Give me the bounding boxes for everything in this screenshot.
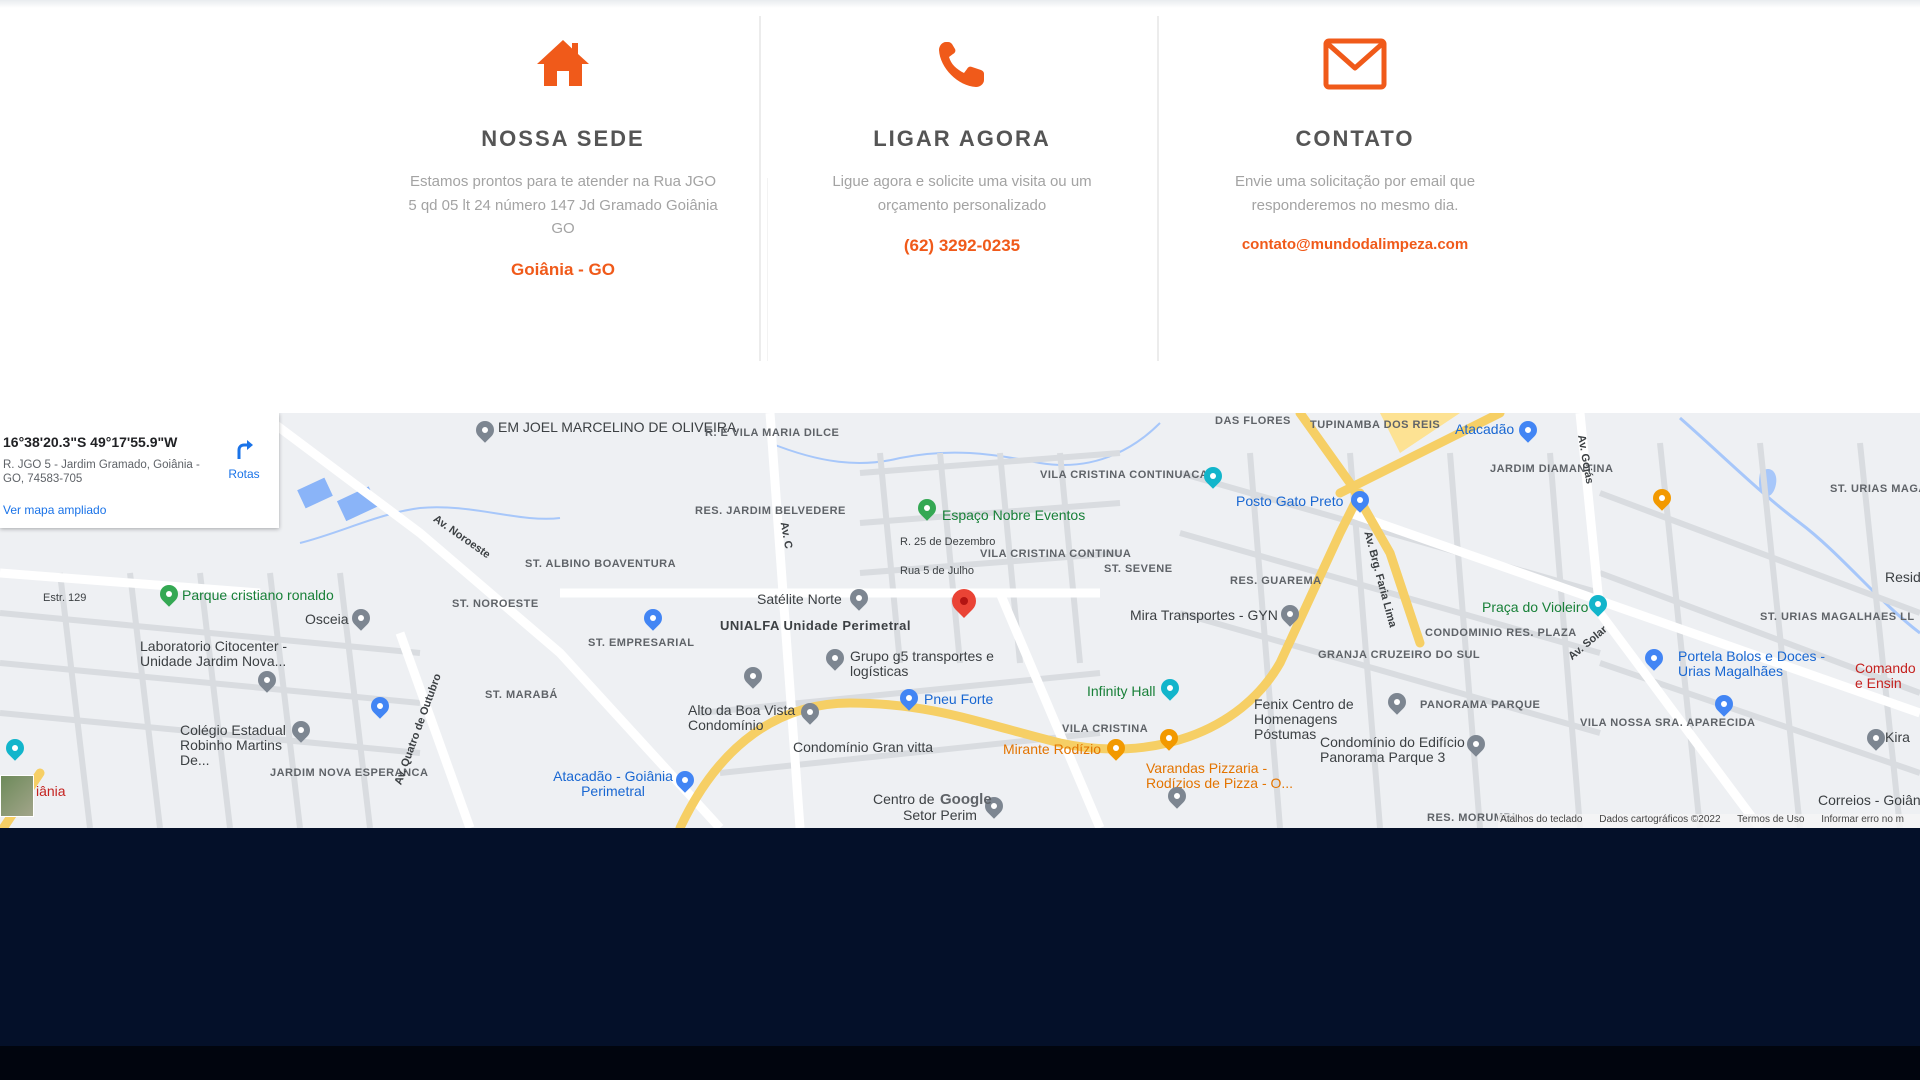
map-label: ST. SEVENE (1104, 563, 1173, 575)
routes-label: Rotas (228, 467, 260, 481)
map-label[interactable]: Satélite Norte (757, 592, 842, 606)
map-label[interactable]: Posto Gato Preto (1236, 494, 1343, 508)
map-label[interactable]: Comando e Ensin (1855, 661, 1920, 691)
map-label[interactable]: Praça do Violeiro (1482, 600, 1588, 614)
map-label[interactable]: Osceia (305, 612, 349, 626)
column-divider (759, 16, 761, 361)
routes-button[interactable]: Rotas (222, 438, 266, 481)
map-label[interactable]: Setor Perim (903, 808, 977, 822)
map-label[interactable]: Mira Transportes - GYN (1130, 608, 1278, 622)
map-label: ST. MARABÁ (485, 689, 558, 701)
card-nossa-sede: NOSSA SEDE Estamos prontos para te atend… (367, 8, 759, 353)
map-label: DAS FLORES (1215, 415, 1291, 427)
top-bar (0, 0, 1920, 8)
terms-link[interactable]: Termos de Uso (1737, 814, 1804, 825)
card-contato: CONTATO Envie uma solicitação por email … (1159, 8, 1551, 353)
directions-icon (237, 440, 253, 459)
map-label[interactable]: Correios - Goiân (1818, 793, 1920, 807)
map-label: CONDOMINIO RES. PLAZA (1425, 627, 1577, 639)
card-text: Envie uma solicitação por email que resp… (1234, 173, 1476, 214)
map-label: VILA NOSSA SRA. APARECIDA (1580, 717, 1756, 729)
map-label: VILA CRISTINA CONTINUACAO (1040, 469, 1218, 481)
map-label: Rua 5 de Julho (900, 565, 974, 577)
map-label: Resid (1885, 569, 1920, 585)
map-label[interactable]: Parque cristiano ronaldo (182, 588, 334, 602)
email-link[interactable]: contato@mundodalimpeza.com (1159, 236, 1551, 253)
map-label: JARDIM DIAMANTINA (1490, 463, 1614, 475)
map-label: TUPINAMBA DOS REIS (1310, 419, 1441, 431)
card-accent-location: Goiânia - GO (511, 260, 615, 279)
map-label[interactable]: Mirante Rodízio (1003, 742, 1101, 756)
map-label[interactable]: iânia (36, 784, 66, 798)
card-title: NOSSA SEDE (481, 126, 645, 151)
map-label[interactable]: Laboratorio Citocenter - Unidade Jardim … (140, 639, 290, 669)
keyboard-shortcuts-link[interactable]: Atalhos do teclado (1500, 814, 1582, 825)
map-attribution: Atalhos do teclado Dados cartográficos ©… (1498, 814, 1920, 828)
map-label: Estr. 129 (43, 592, 87, 604)
map-label: R. E VILA MARIA DILCE (705, 427, 840, 439)
report-error-link[interactable]: Informar erro no m (1821, 814, 1904, 825)
address-text: R. JGO 5 - Jardim Gramado, Goiânia - GO,… (3, 459, 200, 485)
map-label[interactable]: Grupo g5 transportes e logísticas (850, 649, 1000, 679)
larger-map-link[interactable]: Ver mapa ampliado (3, 503, 106, 517)
map-label: ST. URIAS MAGALHÃES (1830, 483, 1920, 495)
map-label[interactable]: Kira (1885, 730, 1910, 744)
phone-icon (936, 38, 988, 95)
map-label[interactable]: UNIALFA Unidade Perimetral (720, 619, 910, 632)
card-title: LIGAR AGORA (873, 126, 1051, 151)
map-label: ST. URIAS MAGALHAES LL (1760, 611, 1915, 623)
map-label: RES. GUAREMA (1230, 575, 1322, 587)
contact-info-section: NOSSA SEDE Estamos prontos para te atend… (0, 8, 1920, 413)
card-text: Estamos prontos para te atender na Rua J… (408, 173, 718, 237)
map-label[interactable]: EM JOEL MARCELINO DE OLIVEIRA (498, 420, 736, 434)
map-label[interactable]: Condomínio Gran vitta (793, 740, 933, 754)
map-label[interactable]: Atacadão - Goiânia Perimetral (548, 769, 678, 799)
map-label[interactable]: Colégio Estadual Robinho Martins De... (180, 723, 300, 768)
footer (0, 828, 1920, 1046)
map-label: VILA CRISTINA (1062, 723, 1149, 735)
map-label[interactable]: Alto da Boa Vista Condomínio (688, 703, 808, 733)
map-label: ST. EMPRESARIAL (588, 637, 695, 649)
map-label[interactable]: Pneu Forte (924, 692, 993, 706)
map-label: ST. ALBINO BOAVENTURA (525, 558, 677, 570)
card-ligar-agora: LIGAR AGORA Ligue agora e solicite uma v… (766, 8, 1158, 353)
map-label[interactable]: Centro de (873, 792, 934, 806)
map-label[interactable]: Infinity Hall (1087, 684, 1155, 698)
map-label[interactable]: Condomínio do Edifício Panorama Parque 3 (1320, 735, 1470, 765)
map-info-card: 16°38'20.3"S 49°17'55.9"W R. JGO 5 - Jar… (0, 413, 279, 528)
envelope-icon (1323, 38, 1387, 95)
map-label[interactable]: Espaço Nobre Eventos (942, 508, 1085, 522)
map-label: VILA CRISTINA CONTINUA (980, 548, 1132, 560)
satellite-toggle[interactable] (0, 775, 34, 817)
embedded-map[interactable]: EM JOEL MARCELINO DE OLIVEIRA R. E VILA … (0, 413, 1920, 828)
map-label[interactable]: Atacadão (1455, 422, 1514, 436)
map-label: GRANJA CRUZEIRO DO SUL (1318, 649, 1481, 661)
map-label[interactable]: Varandas Pizzaria - Rodízios de Pizza - … (1146, 761, 1296, 791)
map-label: RES. JARDIM BELVEDERE (695, 505, 846, 517)
bottom-bar (0, 1046, 1920, 1080)
phone-link[interactable]: (62) 3292-0235 (766, 236, 1158, 256)
card-text: Ligue agora e solicite uma visita ou um … (832, 173, 1092, 214)
home-icon (535, 38, 591, 93)
map-data-text: Dados cartográficos ©2022 (1599, 814, 1721, 825)
google-logo[interactable]: Google (940, 791, 992, 808)
coordinates-text: 16°38'20.3"S 49°17'55.9"W (3, 434, 178, 450)
card-title: CONTATO (1295, 126, 1415, 151)
map-label[interactable]: Portela Bolos e Doces - Urias Magalhães (1678, 649, 1838, 679)
map-label: ST. NOROESTE (452, 598, 539, 610)
map-label: PANORAMA PARQUE (1420, 699, 1541, 711)
map-label: JARDIM NOVA ESPERANCA (270, 767, 429, 779)
